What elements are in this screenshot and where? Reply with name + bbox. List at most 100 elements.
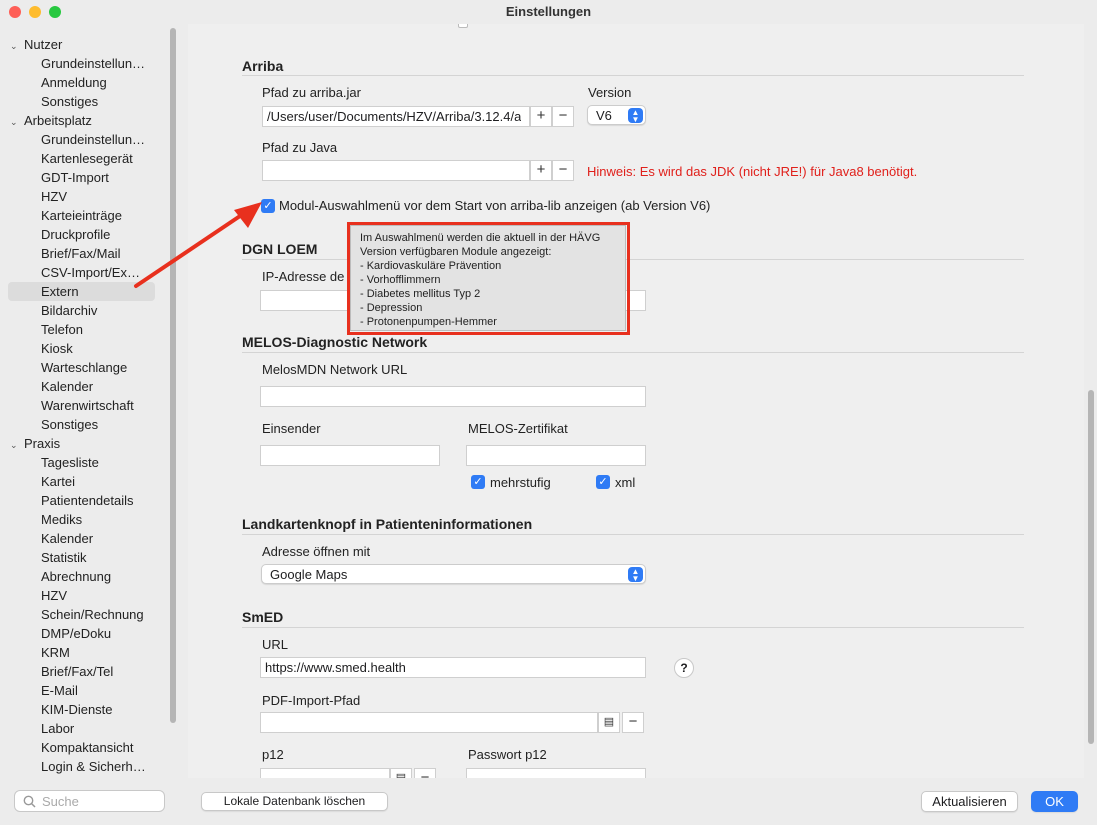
jar-path-label: Pfad zu arriba.jar xyxy=(262,85,361,100)
einsender-field[interactable] xyxy=(260,445,440,466)
sidebar-item[interactable]: Statistik xyxy=(41,550,153,565)
annotation-arrow-icon xyxy=(134,202,262,288)
refresh-button[interactable]: Aktualisieren xyxy=(921,791,1018,812)
sidebar-item[interactable]: Sonstiges xyxy=(41,94,153,109)
p12-password-field[interactable] xyxy=(466,768,646,778)
version-select[interactable]: V6 ▲ ▼ xyxy=(587,105,646,125)
version-label: Version xyxy=(588,85,632,100)
sidebar-item[interactable]: Sonstiges xyxy=(41,417,153,432)
sidebar-item[interactable]: Anmeldung xyxy=(41,75,153,90)
search-placeholder: Suche xyxy=(42,794,79,809)
sidebar-item[interactable]: E-Mail xyxy=(41,683,153,698)
mehrstufig-label: mehrstufig xyxy=(490,475,551,490)
sidebar-item[interactable]: KIM-Dienste xyxy=(41,702,153,717)
divider xyxy=(242,352,1024,353)
pdf-import-field[interactable] xyxy=(260,712,598,733)
sidebar-item[interactable]: Kalender xyxy=(41,531,153,546)
cut-off-checkbox[interactable] xyxy=(458,24,468,28)
sidebar-scrollbar[interactable] xyxy=(170,28,176,723)
add-java-button[interactable]: + xyxy=(530,160,552,181)
melos-url-field[interactable] xyxy=(260,386,646,407)
melos-url-label: MelosMDN Network URL xyxy=(262,362,408,377)
sidebar-item[interactable]: Kalender xyxy=(41,379,153,394)
settings-window: Einstellungen ⌄ Nutzer Grundeinstellun… A… xyxy=(0,0,1097,825)
java-path-field[interactable] xyxy=(262,160,530,181)
folder-browse-button[interactable]: ▤ xyxy=(598,712,620,733)
section-smed-title: SmED xyxy=(242,609,284,625)
add-jar-button[interactable]: + xyxy=(530,106,552,127)
sidebar-item[interactable]: Kartei xyxy=(41,474,153,489)
java-hint: Hinweis: Es wird das JDK (nicht JRE!) fü… xyxy=(587,164,918,179)
clear-p12-button[interactable]: − xyxy=(414,768,436,778)
sidebar-item[interactable]: Schein/Rechnung xyxy=(41,607,153,622)
sidebar-group-arbeitsplatz[interactable]: ⌄ Arbeitsplatz xyxy=(10,113,92,128)
divider xyxy=(242,627,1024,628)
window-title: Einstellungen xyxy=(505,4,592,19)
melos-cert-label: MELOS-Zertifikat xyxy=(468,421,568,436)
jar-path-field[interactable]: /Users/user/Documents/HZV/Arriba/3.12.4/… xyxy=(262,106,530,127)
einsender-label: Einsender xyxy=(262,421,321,436)
sidebar-item[interactable]: Brief/Fax/Tel xyxy=(41,664,153,679)
updown-arrows-icon: ▲ ▼ xyxy=(628,108,643,124)
section-map-title: Landkartenknopf in Patienteninformatione… xyxy=(242,516,533,532)
divider xyxy=(242,75,1024,76)
sidebar-item[interactable]: Tagesliste xyxy=(41,455,153,470)
smed-url-field[interactable]: https://www.smed.health xyxy=(260,657,646,678)
p12-browse-button[interactable]: ▤ xyxy=(390,768,412,778)
sidebar-item[interactable]: Mediks xyxy=(41,512,153,527)
java-path-label: Pfad zu Java xyxy=(262,140,338,155)
sidebar-item[interactable]: GDT-Import xyxy=(41,170,153,185)
sidebar-search-input[interactable]: Suche xyxy=(14,790,165,812)
remove-jar-button[interactable]: − xyxy=(552,106,574,127)
clear-pdf-path-button[interactable]: − xyxy=(622,712,644,733)
settings-pane: Arriba Pfad zu arriba.jar Version /Users… xyxy=(188,24,1084,778)
sidebar-item[interactable]: KRM xyxy=(41,645,153,660)
ok-button[interactable]: OK xyxy=(1031,791,1078,812)
sidebar-item[interactable]: Patientendetails xyxy=(41,493,153,508)
sidebar-item[interactable]: Kartenlesegerät xyxy=(41,151,153,166)
remove-java-button[interactable]: − xyxy=(552,160,574,181)
ip-address-label: IP-Adresse de xyxy=(262,269,345,284)
sidebar-group-nutzer[interactable]: ⌄ Nutzer xyxy=(10,37,62,52)
xml-checkbox[interactable]: ✓ xyxy=(596,475,610,489)
search-icon xyxy=(23,795,36,808)
xml-label: xml xyxy=(615,475,636,490)
divider xyxy=(242,534,1024,535)
sidebar-item[interactable]: Warenwirtschaft xyxy=(41,398,153,413)
sidebar-item[interactable]: Bildarchiv xyxy=(41,303,153,318)
sidebar-item[interactable]: Login & Sicherh… xyxy=(41,759,153,774)
chevron-down-icon: ⌄ xyxy=(10,117,18,127)
sidebar-item[interactable]: Labor xyxy=(41,721,153,736)
sidebar-group-praxis[interactable]: ⌄ Praxis xyxy=(10,436,60,451)
p12-password-label: Passwort p12 xyxy=(468,747,547,762)
sidebar-item[interactable]: Abrechnung xyxy=(41,569,153,584)
p12-field[interactable] xyxy=(260,768,390,778)
sidebar-item[interactable]: DMP/eDoku xyxy=(41,626,153,641)
p12-label: p12 xyxy=(262,747,284,762)
updown-arrows-icon: ▲ ▼ xyxy=(628,567,643,583)
delete-local-db-button[interactable]: Lokale Datenbank löschen xyxy=(201,792,388,811)
sidebar: ⌄ Nutzer Grundeinstellun… Anmeldung Sonst… xyxy=(0,24,180,784)
sidebar-item[interactable]: Grundeinstellun… xyxy=(41,132,153,147)
section-melos-title: MELOS-Diagnostic Network xyxy=(242,334,428,350)
sidebar-item[interactable]: Kompaktansicht xyxy=(41,740,153,755)
sidebar-item[interactable]: HZV xyxy=(41,588,153,603)
sidebar-item[interactable]: Kiosk xyxy=(41,341,153,356)
help-button[interactable]: ? xyxy=(674,658,694,678)
chevron-down-icon: ⌄ xyxy=(10,41,18,51)
melos-cert-field[interactable] xyxy=(466,445,646,466)
section-arriba-title: Arriba xyxy=(242,58,284,74)
pdf-import-label: PDF-Import-Pfad xyxy=(262,693,361,708)
mehrstufig-checkbox[interactable]: ✓ xyxy=(471,475,485,489)
map-provider-select[interactable]: Google Maps ▲ ▼ xyxy=(261,564,646,584)
sidebar-item[interactable]: Telefon xyxy=(41,322,153,337)
folder-icon: ▤ xyxy=(603,716,615,728)
open-address-label: Adresse öffnen mit xyxy=(262,544,371,559)
chevron-down-icon: ⌄ xyxy=(10,440,18,450)
module-menu-label: Modul-Auswahlmenü vor dem Start von arri… xyxy=(279,198,711,213)
main-scrollbar[interactable] xyxy=(1088,390,1094,744)
sidebar-item[interactable]: Grundeinstellun… xyxy=(41,56,153,71)
smed-url-label: URL xyxy=(262,637,289,652)
annotation-highlight-box xyxy=(347,222,630,335)
sidebar-item[interactable]: Warteschlange xyxy=(41,360,153,375)
